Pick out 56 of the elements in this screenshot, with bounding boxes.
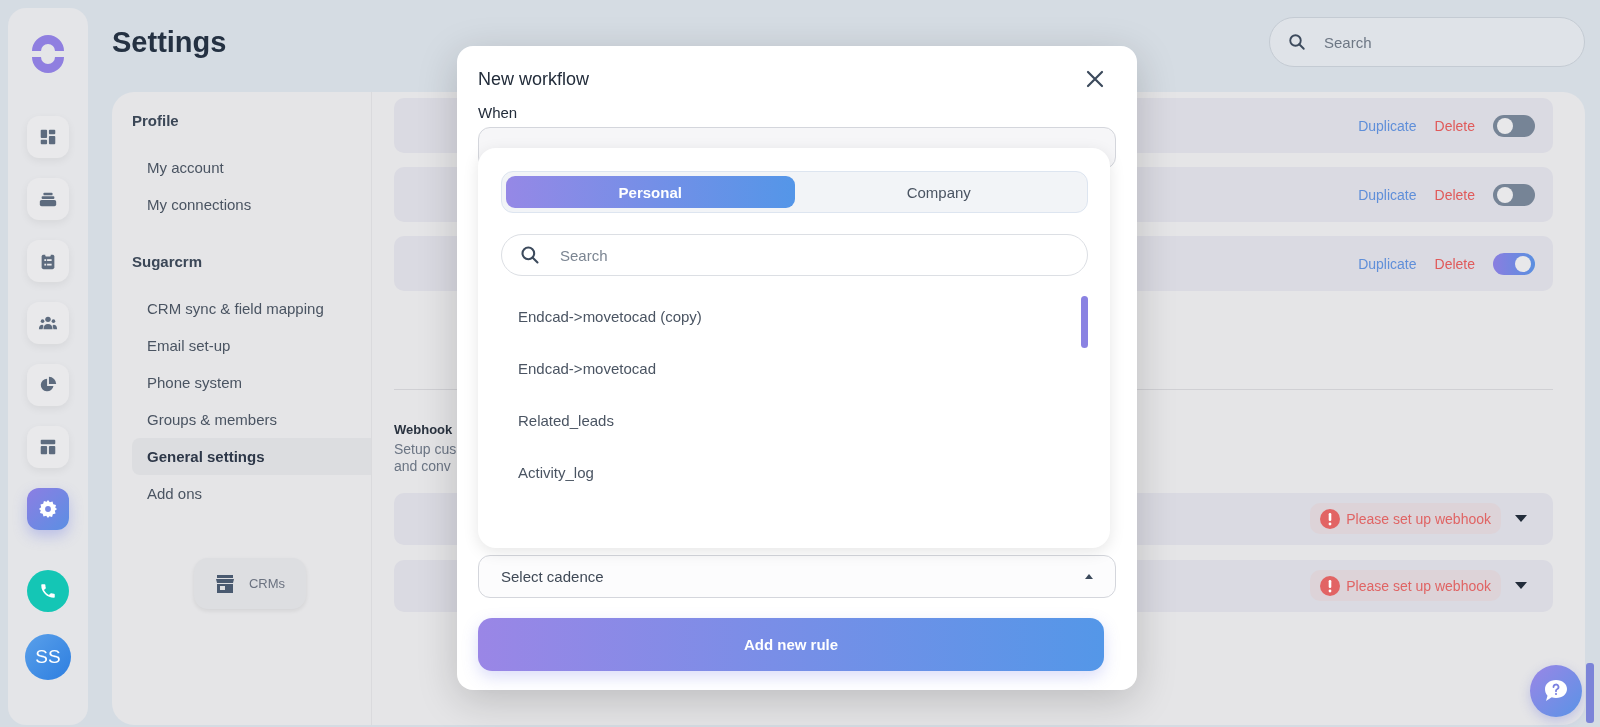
nav-item[interactable]: My account bbox=[132, 149, 371, 186]
dashboard-icon bbox=[38, 127, 58, 147]
rail-button[interactable] bbox=[27, 240, 69, 282]
dialog-title: New workflow bbox=[478, 68, 590, 90]
search-box[interactable]: Search bbox=[1269, 17, 1585, 67]
close-icon bbox=[1084, 68, 1106, 90]
warning-badge: Please set up webhook bbox=[1310, 503, 1501, 535]
section-heading: Webhook bbox=[394, 422, 453, 437]
dropdown-option[interactable]: Endcad->movetocad (copy) bbox=[501, 296, 1064, 338]
caret-icon bbox=[1515, 582, 1527, 590]
alert-icon bbox=[1320, 575, 1341, 596]
crms-button[interactable]: CRMs bbox=[194, 558, 306, 609]
field-label: When bbox=[478, 104, 519, 121]
toggle-switch[interactable] bbox=[1493, 114, 1535, 137]
alert-icon bbox=[1320, 508, 1341, 529]
nav-item[interactable]: My connections bbox=[132, 186, 371, 223]
store-icon bbox=[214, 574, 235, 593]
warning-badge: Please set up webhook bbox=[1310, 570, 1501, 602]
rail-button[interactable] bbox=[27, 116, 69, 158]
nav-item[interactable]: Email set-up bbox=[132, 327, 371, 364]
caret-icon bbox=[1085, 574, 1093, 579]
nav-item[interactable]: General settings bbox=[132, 438, 371, 475]
nav-item[interactable]: Phone system bbox=[132, 364, 371, 401]
user-avatar[interactable]: SS bbox=[25, 634, 71, 680]
rail-button[interactable] bbox=[27, 488, 69, 530]
search-field[interactable]: Search bbox=[1324, 18, 1584, 66]
settings-icon bbox=[38, 499, 58, 519]
caret-icon bbox=[1515, 515, 1527, 523]
rail-button[interactable] bbox=[27, 364, 69, 406]
scrollbar-thumb[interactable] bbox=[1081, 296, 1088, 348]
toggle-switch[interactable] bbox=[1493, 252, 1535, 275]
tab[interactable]: Company bbox=[794, 176, 1083, 208]
nav-item[interactable]: Groups & members bbox=[132, 401, 371, 438]
page-title: Settings bbox=[112, 25, 227, 59]
help-chat-icon bbox=[1543, 679, 1569, 703]
cadence-select[interactable]: Select cadence bbox=[478, 555, 1116, 598]
nav-item[interactable]: CRM sync & field mapping bbox=[132, 290, 371, 327]
dropdown-option[interactable]: Activity_log bbox=[501, 452, 1064, 494]
search-icon bbox=[1288, 33, 1306, 51]
dropdown-option[interactable]: Endcad->movetocad bbox=[501, 348, 1064, 390]
search-icon bbox=[520, 245, 540, 265]
rail-button[interactable] bbox=[27, 426, 69, 468]
layout-icon bbox=[38, 437, 58, 457]
dropdown-option[interactable]: Related_leads bbox=[501, 400, 1064, 442]
nav-section-heading: Profile bbox=[132, 112, 180, 129]
rail-button[interactable] bbox=[27, 178, 69, 220]
section-description: Setup cus and conv bbox=[394, 441, 457, 475]
rail-button[interactable] bbox=[27, 302, 69, 344]
expand-button[interactable] bbox=[1515, 582, 1527, 590]
expand-button[interactable] bbox=[1515, 515, 1527, 523]
scrollbar-thumb[interactable] bbox=[1586, 663, 1594, 723]
toggle-switch[interactable] bbox=[1493, 183, 1535, 206]
nav-section-heading: Sugarcrm bbox=[132, 253, 204, 270]
close-button[interactable] bbox=[1084, 68, 1106, 90]
nav-item[interactable]: Add ons bbox=[132, 475, 371, 512]
phone-icon bbox=[39, 582, 57, 600]
